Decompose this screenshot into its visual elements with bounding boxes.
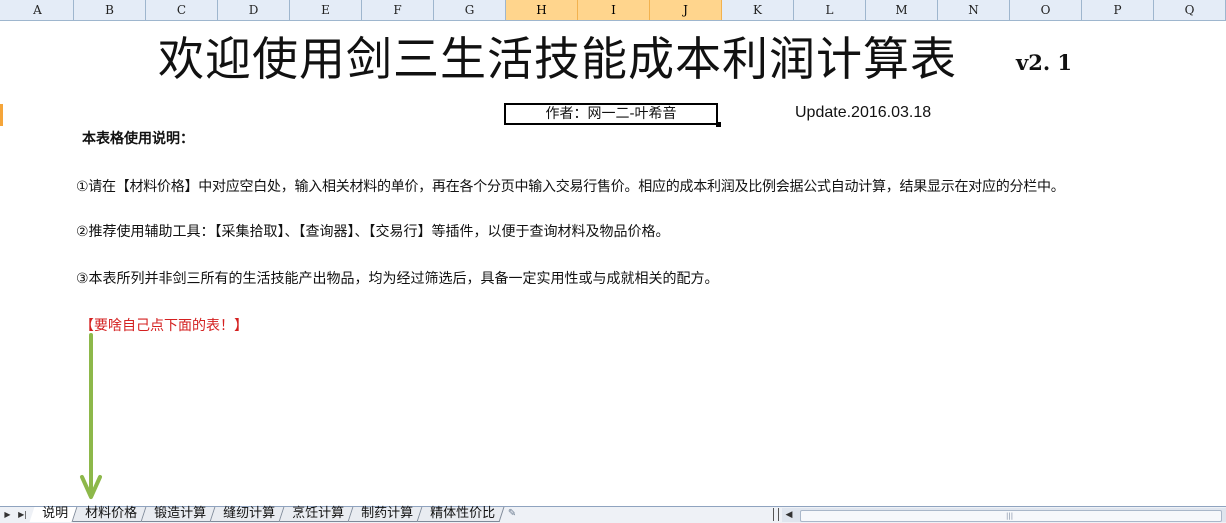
new-sheet-icon[interactable]: ✎ [502, 507, 522, 521]
column-header-bar: ABCDEFGHIJKLMNOPQ [0, 0, 1226, 21]
nav-last-icon[interactable]: ▶| [15, 507, 30, 522]
instruction-paragraph: ③本表所列并非剑三所有的生活技能产出物品，均为经过筛选后，具备一定实用性或与成就… [76, 271, 719, 287]
down-arrow-icon [80, 333, 102, 499]
update-date: Update.2016.03.18 [795, 104, 932, 121]
sheet-tab-label: 说明 [42, 506, 69, 521]
scroll-left-icon[interactable]: ◀ [782, 508, 796, 522]
sheet-tab[interactable]: 说明 [29, 506, 78, 522]
column-header-d[interactable]: D [218, 0, 290, 20]
instruction-paragraph: ②推荐使用辅助工具：【采集拾取】、【查询器】、【交易行】等插件，以便于查询材料及… [76, 224, 670, 240]
sheet-tab-bar: ▶ ▶| 说明 材料价格 锻造计算 缝纫计算 烹饪计算 制药计算 精体性价比 ✎ ◀ ||| [0, 506, 1226, 523]
sheet-tab-label: 制药计算 [361, 506, 414, 521]
tab-split-handle[interactable] [773, 508, 779, 521]
author-cell[interactable]: 作者：网一二-叶希音 [504, 103, 718, 125]
column-header-c[interactable]: C [146, 0, 218, 20]
usage-title: 本表格使用说明： [82, 131, 194, 147]
column-header-k[interactable]: K [722, 0, 794, 20]
column-header-b[interactable]: B [74, 0, 146, 20]
column-header-a[interactable]: A [2, 0, 74, 20]
sheet-tab-label: 精体性价比 [430, 506, 496, 521]
column-header-e[interactable]: E [290, 0, 362, 20]
sheet-tab-label: 烹饪计算 [292, 506, 345, 521]
column-header-l[interactable]: L [794, 0, 866, 20]
column-header-n[interactable]: N [938, 0, 1010, 20]
sheet-tab[interactable]: 缝纫计算 [210, 506, 285, 522]
worksheet-area[interactable]: 欢迎使用剑三生活技能成本利润计算表 v2. 1 作者：网一二-叶希音 Updat… [0, 21, 1226, 506]
column-header-g[interactable]: G [434, 0, 506, 20]
sheet-tab-label: 缝纫计算 [223, 506, 276, 521]
row-selection-marker [0, 104, 3, 126]
cell-fill-handle[interactable] [716, 122, 721, 127]
horizontal-scrollbar[interactable]: ◀ ||| [782, 508, 1226, 522]
column-header-q[interactable]: Q [1154, 0, 1226, 20]
sheet-tab[interactable]: 精体性价比 [417, 506, 505, 522]
column-header-h[interactable]: H [506, 0, 578, 20]
sheet-tab[interactable]: 制药计算 [348, 506, 423, 522]
nav-first-icon[interactable]: ▶ [0, 507, 15, 522]
sheet-tab-label: 锻造计算 [154, 506, 207, 521]
column-header-j[interactable]: J [650, 0, 722, 20]
instruction-paragraph: ①请在【材料价格】中对应空白处，输入相关材料的单价，再在各个分页中输入交易行售价… [76, 179, 1065, 195]
sheet-tab[interactable]: 材料价格 [72, 506, 147, 522]
sheet-tab[interactable]: 烹饪计算 [279, 506, 354, 522]
version-label: v2. 1 [1016, 50, 1073, 75]
sheet-tab[interactable]: 锻造计算 [141, 506, 216, 522]
column-header-o[interactable]: O [1010, 0, 1082, 20]
column-header-f[interactable]: F [362, 0, 434, 20]
sheet-navigation: ▶ ▶| [0, 507, 32, 523]
sheet-tab-label: 材料价格 [85, 506, 138, 521]
scroll-thumb[interactable]: ||| [800, 510, 1222, 522]
page-title: 欢迎使用剑三生活技能成本利润计算表 [158, 32, 957, 86]
column-header-m[interactable]: M [866, 0, 938, 20]
column-header-i[interactable]: I [578, 0, 650, 20]
grip-icon: ||| [1006, 512, 1014, 520]
sheet-tabs: 说明 材料价格 锻造计算 缝纫计算 烹饪计算 制药计算 精体性价比 ✎ [29, 506, 522, 523]
column-header-p[interactable]: P [1082, 0, 1154, 20]
